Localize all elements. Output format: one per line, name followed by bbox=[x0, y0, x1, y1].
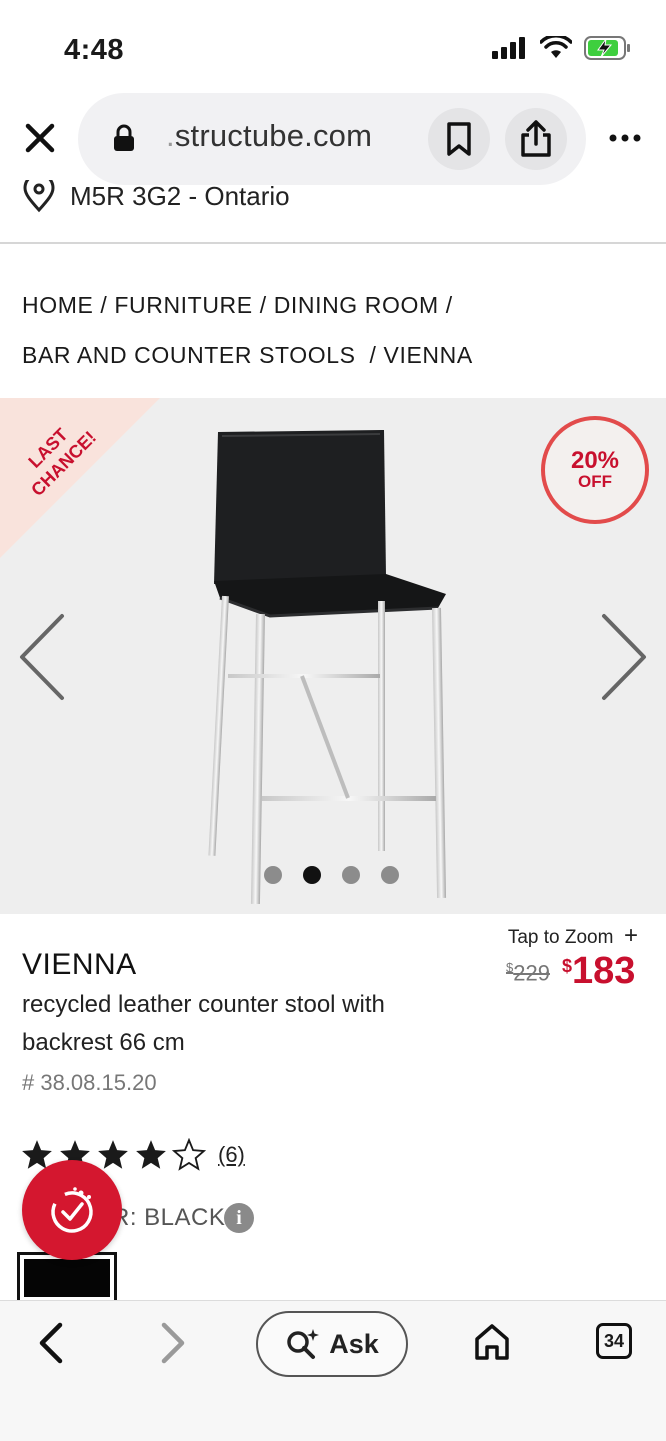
tap-to-zoom[interactable]: Tap to Zoom + bbox=[508, 922, 638, 950]
location-text: M5R 3G2 - Ontario bbox=[70, 180, 290, 211]
status-time: 4:48 bbox=[64, 34, 125, 66]
plus-icon: + bbox=[623, 922, 638, 949]
product-image-stool bbox=[208, 430, 447, 905]
tab-count: 34 bbox=[603, 1330, 625, 1351]
battery-charging-icon bbox=[584, 36, 630, 60]
delivery-location[interactable]: M5R 3G2 - Ontario bbox=[22, 180, 290, 220]
breadcrumb-bar-counter-stools[interactable]: BAR AND COUNTER STOOLS bbox=[22, 342, 356, 368]
info-icon[interactable]: i bbox=[224, 1203, 254, 1233]
product-name: VIENNA bbox=[22, 948, 137, 981]
color-label: R: BLACK bbox=[112, 1204, 226, 1231]
breadcrumb-vienna[interactable]: VIENNA bbox=[384, 342, 473, 368]
forward-arrow-icon[interactable] bbox=[156, 1321, 190, 1365]
gallery-pagination bbox=[264, 866, 399, 884]
swatch-fill bbox=[24, 1259, 110, 1297]
browser-toolbar: Ask 34 bbox=[0, 1300, 666, 1441]
sale-price: $183 bbox=[562, 950, 635, 993]
lock-icon bbox=[114, 124, 134, 151]
chevron-right-icon[interactable] bbox=[598, 612, 650, 702]
status-icons bbox=[492, 36, 632, 60]
breadcrumb-dining-room[interactable]: DINING ROOM bbox=[274, 292, 439, 318]
ask-button[interactable]: Ask bbox=[256, 1311, 408, 1377]
close-icon[interactable] bbox=[20, 118, 60, 158]
share-icon bbox=[521, 120, 551, 157]
url-domain: structube.com bbox=[174, 118, 373, 153]
wifi-icon bbox=[540, 36, 572, 58]
breadcrumb-furniture[interactable]: FURNITURE bbox=[114, 292, 252, 318]
cellular-signal-icon bbox=[492, 37, 525, 59]
product-sku: # 38.08.15.20 bbox=[22, 1070, 157, 1095]
discount-check-icon bbox=[51, 1187, 93, 1233]
bookmark-button[interactable] bbox=[428, 108, 490, 170]
star-filled-icon bbox=[98, 1140, 128, 1169]
star-filled-icon bbox=[136, 1140, 166, 1169]
breadcrumb-home[interactable]: HOME bbox=[22, 292, 93, 318]
location-pin-icon bbox=[23, 180, 55, 213]
breadcrumb-separator: / bbox=[369, 342, 377, 368]
product-image-gallery[interactable]: LAST CHANCE! 20% OFF bbox=[0, 398, 666, 914]
discount-badge: 20% OFF bbox=[541, 416, 649, 524]
star-empty-icon bbox=[172, 1138, 206, 1171]
url-prefix: . bbox=[166, 118, 175, 153]
breadcrumb-separator: / bbox=[259, 292, 267, 318]
tabs-button[interactable]: 34 bbox=[596, 1323, 632, 1359]
breadcrumb: HOME / FURNITURE / DINING ROOM / BAR AND… bbox=[22, 280, 642, 380]
currency-symbol: $ bbox=[562, 956, 573, 976]
original-price-value: 229 bbox=[513, 960, 550, 986]
chevron-left-icon[interactable] bbox=[16, 612, 68, 702]
breadcrumb-separator: / bbox=[445, 292, 453, 318]
last-chance-ribbon: LAST CHANCE! bbox=[0, 398, 160, 558]
breadcrumb-separator: / bbox=[100, 292, 108, 318]
discount-off-label: OFF bbox=[578, 472, 612, 491]
zoom-label: Tap to Zoom bbox=[507, 927, 614, 948]
promo-offer-button[interactable] bbox=[22, 1160, 122, 1260]
gallery-dot-active[interactable] bbox=[303, 866, 321, 884]
gallery-dot[interactable] bbox=[381, 866, 399, 884]
discount-percent: 20% bbox=[570, 447, 620, 474]
ask-label: Ask bbox=[329, 1328, 379, 1359]
home-icon[interactable] bbox=[472, 1321, 512, 1363]
ai-search-icon bbox=[287, 1329, 320, 1359]
product-description: recycled leather counter stool with back… bbox=[22, 991, 385, 1056]
review-count-link[interactable]: (6) bbox=[218, 1142, 245, 1168]
gallery-dot[interactable] bbox=[342, 866, 360, 884]
share-button[interactable] bbox=[505, 108, 567, 170]
gallery-dot[interactable] bbox=[264, 866, 282, 884]
bookmark-icon bbox=[447, 122, 471, 156]
original-price: $229 bbox=[506, 960, 550, 986]
sale-price-value: 183 bbox=[572, 950, 636, 992]
more-options-icon[interactable] bbox=[606, 128, 646, 148]
header-divider bbox=[0, 242, 666, 244]
back-arrow-icon[interactable] bbox=[34, 1321, 68, 1365]
url-text[interactable]: .structube.com bbox=[166, 118, 372, 154]
